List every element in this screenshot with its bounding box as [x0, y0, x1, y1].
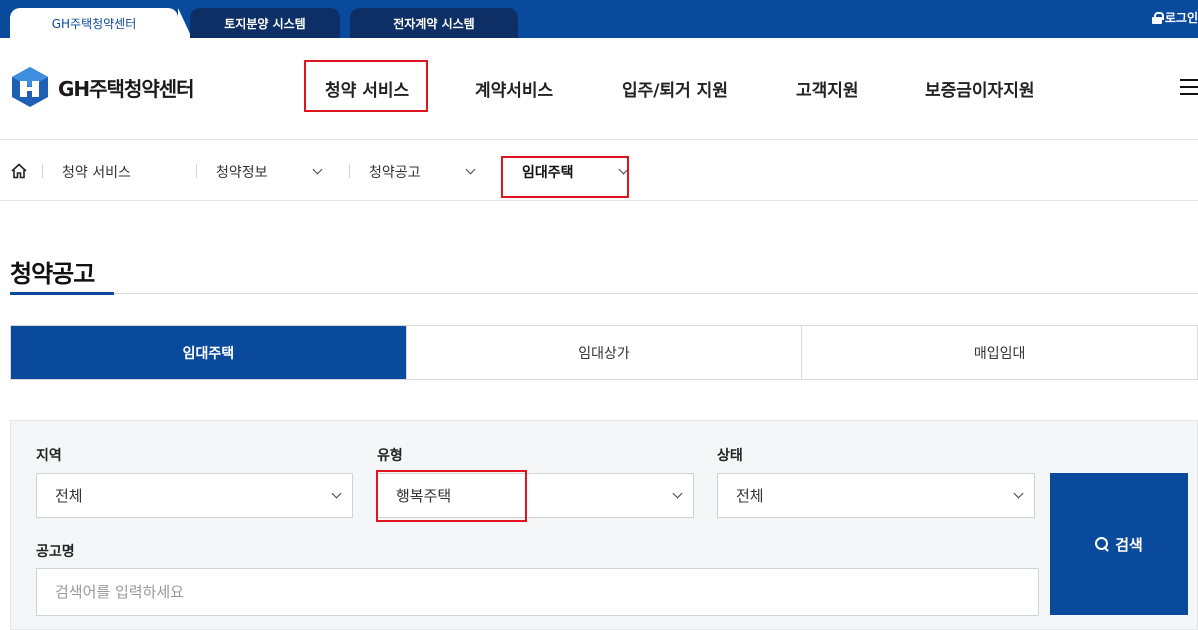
nav-subscription-service[interactable]: 청약 서비스 [325, 76, 409, 101]
breadcrumb: 청약 서비스 청약정보 청약공고 임대주택 [0, 140, 1198, 201]
type-select[interactable]: 행복주택 [377, 473, 694, 518]
search-button-label: 검색 [1115, 536, 1143, 554]
type-select-value: 행복주택 [396, 487, 452, 505]
tab-rental-housing[interactable]: 임대주택 [11, 326, 407, 379]
chevron-down-icon[interactable] [312, 164, 323, 175]
region-select[interactable]: 전체 [36, 473, 353, 518]
status-label: 상태 [717, 448, 743, 464]
status-select[interactable]: 전체 [717, 473, 1035, 518]
category-tabs: 임대주택 임대상가 매입임대 [10, 325, 1198, 380]
login-label: 로그인 [1164, 11, 1198, 25]
nav-contract-service[interactable]: 계약서비스 [475, 76, 553, 101]
gh-logo-icon [12, 67, 48, 107]
breadcrumb-item-notice[interactable]: 청약공고 [369, 162, 421, 182]
search-icon [1095, 537, 1109, 551]
breadcrumb-separator [349, 164, 350, 178]
site-header: GH주택청약센터 청약 서비스 계약서비스 입주/퇴거 지원 고객지원 보증금이… [0, 38, 1198, 140]
chevron-down-icon [1013, 488, 1024, 499]
title-underline [10, 292, 114, 295]
top-tab-housing-center[interactable]: GH주택청약센터 [10, 8, 192, 38]
breadcrumb-separator [196, 164, 197, 178]
logo-text: GH주택청약센터 [58, 76, 195, 101]
type-label: 유형 [377, 448, 403, 464]
region-select-value: 전체 [55, 487, 83, 505]
nav-deposit-interest[interactable]: 보증금이자지원 [925, 76, 1034, 101]
home-icon[interactable] [10, 162, 28, 180]
breadcrumb-item-subscription[interactable]: 청약 서비스 [62, 162, 131, 182]
nav-customer-support[interactable]: 고객지원 [796, 76, 859, 101]
region-label: 지역 [36, 448, 62, 464]
login-link[interactable]: 로그인 [1152, 9, 1198, 26]
top-tab-e-contract[interactable]: 전자계약 시스템 [350, 8, 518, 38]
top-tab-land-sale[interactable]: 토지분양 시스템 [190, 8, 340, 38]
site-logo[interactable]: GH주택청약센터 [10, 66, 195, 108]
divider [10, 293, 1198, 294]
tab-purchase-rental[interactable]: 매입임대 [802, 326, 1197, 379]
chevron-down-icon [672, 488, 683, 499]
status-select-value: 전체 [736, 487, 764, 505]
top-bar: GH주택청약센터 토지분양 시스템 전자계약 시스템 로그인 [0, 0, 1198, 38]
breadcrumb-separator [502, 164, 503, 178]
chevron-down-icon [331, 488, 342, 499]
tab-rental-store[interactable]: 임대상가 [407, 326, 803, 379]
nav-move-in-out[interactable]: 입주/퇴거 지원 [622, 76, 728, 101]
notice-name-label: 공고명 [36, 544, 75, 560]
menu-icon[interactable] [1180, 78, 1198, 96]
breadcrumb-item-info[interactable]: 청약정보 [216, 162, 268, 182]
chevron-down-icon[interactable] [618, 164, 629, 175]
search-panel: 지역 전체 유형 행복주택 상태 전체 공고명 검색 [10, 420, 1198, 630]
breadcrumb-item-rental-housing[interactable]: 임대주택 [522, 162, 574, 182]
breadcrumb-separator [42, 164, 43, 178]
notice-name-input[interactable] [36, 568, 1039, 616]
lock-icon [1152, 12, 1164, 24]
chevron-down-icon[interactable] [465, 164, 476, 175]
search-button[interactable]: 검색 [1050, 473, 1188, 615]
page-title: 청약공고 [10, 260, 95, 288]
